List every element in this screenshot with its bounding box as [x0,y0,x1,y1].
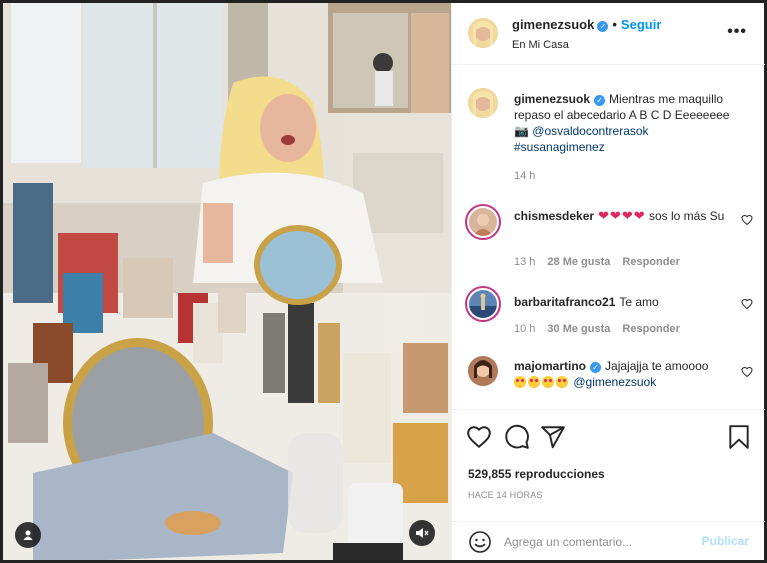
bookmark-icon[interactable] [726,424,752,450]
comment-username[interactable]: majomartino [514,359,586,373]
comment-likes[interactable]: 28 Me gusta [547,256,610,268]
follow-button[interactable]: Seguir [621,17,661,32]
comments-list[interactable]: gimenezsuok ✓ Mientras me maquillo repaso … [452,66,765,408]
like-comment-heart-icon[interactable] [741,214,753,226]
more-icon[interactable]: ••• [727,23,747,41]
comment-mention-link[interactable]: @gimenezsuok [573,375,656,389]
video-frame-image [3,3,451,560]
post-header: gimenezsuok ✓ • Seguir En Mi Casa ••• [452,3,765,65]
camera-icon: 📷 [514,124,529,138]
reply-button[interactable]: Responder [622,256,679,268]
separator-dot: • [612,17,617,32]
comment-hearts: ❤❤❤❤ [598,208,646,223]
comment-time[interactable]: 10 h [514,323,535,335]
profile-icon[interactable] [15,522,41,548]
commenter-avatar[interactable] [468,356,498,386]
comment-time[interactable]: 13 h [514,256,535,268]
commenter-avatar[interactable] [465,286,501,322]
comment-username[interactable]: chismesdeker [514,209,594,223]
comment-meta: 10 h 30 Me gusta Responder [514,323,692,335]
smile-icon[interactable] [468,530,492,554]
comment-input[interactable] [504,532,684,552]
comment-composer: Publicar [452,521,765,560]
comment-likes[interactable]: 30 Me gusta [547,323,610,335]
comment-text: barbaritafranco21 Te amo [514,294,744,310]
heart-icon[interactable] [466,424,492,450]
like-comment-heart-icon[interactable] [741,366,753,378]
heart-eyes-emoji-icon [514,376,526,388]
heart-eyes-emoji-icon [542,376,554,388]
comment-text: chismesdeker ❤❤❤❤ sos lo más Su [514,208,744,224]
caption-text: gimenezsuok ✓ Mientras me maquillo repaso … [514,91,744,155]
caption-mention-link[interactable]: @osvaldocontrerasok [532,124,648,138]
caption-time[interactable]: 14 h [514,170,535,182]
comment-text: majomartino ✓ Jajajajja te amoooo @gimenez… [514,358,744,390]
caption-avatar[interactable] [468,88,498,118]
post-location[interactable]: En Mi Casa [512,39,569,51]
comment-body: Jajajajja te amoooo [605,359,709,373]
heart-eyes-emoji-icon [556,376,568,388]
author-username[interactable]: gimenezsuok [512,17,594,32]
verified-icon: ✓ [590,362,602,373]
caption-hashtag-link[interactable]: #susanagimenez [514,140,605,154]
publish-button[interactable]: Publicar [702,534,749,548]
comment-body: Te amo [619,295,659,309]
reply-button[interactable]: Responder [622,323,679,335]
verified-icon: ✓ [597,21,609,32]
post-video[interactable] [3,3,451,560]
caption-username[interactable]: gimenezsuok [514,92,590,106]
view-count[interactable]: 529,855 reproducciones [468,467,605,481]
post-timestamp[interactable]: HACE 14 HORAS [468,490,543,500]
post-actions: 529,855 reproducciones HACE 14 HORAS [452,409,765,521]
instagram-post-window: gimenezsuok ✓ • Seguir En Mi Casa ••• gimen… [0,0,767,563]
heart-eyes-emoji-icon [528,376,540,388]
share-icon[interactable] [540,424,566,450]
commenter-avatar[interactable] [465,204,501,240]
mute-icon[interactable] [409,520,435,546]
verified-icon: ✓ [594,95,606,106]
author-avatar[interactable] [468,18,498,48]
caption-meta: 14 h [514,170,547,182]
post-side-panel: gimenezsuok ✓ • Seguir En Mi Casa ••• gimen… [451,3,765,560]
comment-body: sos lo más Su [648,209,725,223]
comment-icon[interactable] [504,424,530,450]
comment-meta: 13 h 28 Me gusta Responder [514,256,692,268]
like-comment-heart-icon[interactable] [741,298,753,310]
comment-username[interactable]: barbaritafranco21 [514,295,615,309]
